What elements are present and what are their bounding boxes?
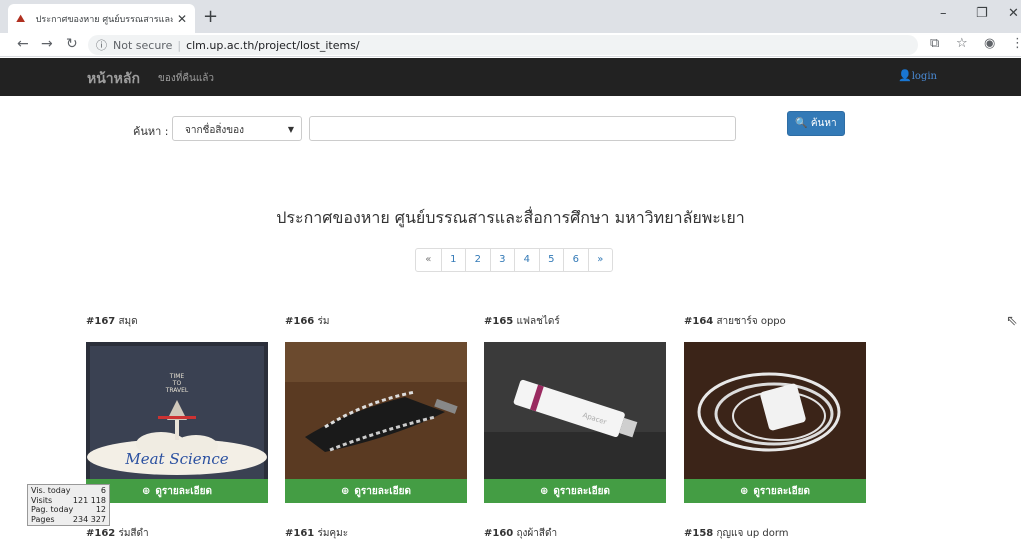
view-details-button[interactable]: ⊕ ดูรายละเอียด (684, 479, 866, 503)
page-5[interactable]: 5 (538, 249, 564, 271)
url-separator: | (177, 38, 182, 52)
book-line3: TRAVEL (165, 387, 189, 394)
restore-icon[interactable]: ❐ (976, 6, 988, 21)
minimize-icon[interactable]: – (940, 6, 947, 21)
browser-tab[interactable]: ⛰ ประกาศของหาย ศูนย์บรรณสารและสื่อ ✕ (8, 4, 195, 33)
brand-home-link[interactable]: หน้าหลัก (87, 68, 140, 90)
item-title-next: #162 ร่มสีดำ (86, 528, 149, 539)
item-image-charger[interactable] (684, 342, 866, 479)
page-next[interactable]: » (587, 249, 613, 271)
page-prev[interactable]: « (416, 249, 441, 271)
page-6[interactable]: 6 (563, 249, 588, 271)
book-handwriting: Meat Science (124, 450, 228, 468)
magnifier-icon: ⊕ (141, 485, 151, 497)
user-icon: 👤 (898, 69, 912, 82)
view-details-button[interactable]: ⊕ ดูรายละเอียด (285, 479, 467, 503)
item-image-umbrella[interactable] (285, 342, 467, 479)
stats-row: Pag. today 12 (31, 505, 106, 514)
nav-returned-items[interactable]: ของที่คืนแล้ว (158, 71, 214, 86)
info-icon[interactable]: ⓘ (96, 37, 107, 53)
item-title-next: #158 กุญแจ up dorm (684, 528, 789, 539)
stats-row: Visits 121 118 (31, 495, 106, 505)
item-title-next: #161 ร่มคุมะ (285, 528, 349, 539)
close-window-icon[interactable]: ✕ (1008, 6, 1019, 21)
tab-title: ประกาศของหาย ศูนย์บรรณสารและสื่อ (35, 14, 173, 25)
search-type-select[interactable]: จากชื่อสิ่งของ ▼ (172, 116, 302, 141)
site-navbar: หน้าหลัก ของที่คืนแล้ว 👤login (0, 58, 1021, 96)
visitor-stats-widget[interactable]: Vis. today 6 Visits 121 118 Pag. today 12 P… (27, 484, 110, 526)
magnifier-icon: ⊕ (739, 485, 749, 497)
item-image-flashdrive[interactable]: Apacer (484, 342, 666, 479)
view-details-button[interactable]: ⊕ ดูรายละเอียด (484, 479, 666, 503)
login-link[interactable]: 👤login (898, 69, 937, 82)
item-title: #165 แฟลชไดร์ (484, 316, 560, 327)
item-card: #167 สมุด TIME TO TRAVEL Meat Science ⊕ ด… (86, 314, 268, 503)
new-tab-button[interactable]: + (203, 8, 218, 26)
address-bar: ← → ↻ ⓘ Not secure | clm.up.ac.th/projec… (0, 33, 1021, 57)
item-card: #164 สายชาร์จ oppo ⊕ ดูรายละเอียด (684, 314, 866, 503)
forward-icon[interactable]: → (41, 37, 53, 51)
page-title: ประกาศของหาย ศูนย์บรรณสารและสื่อการศึกษา… (276, 208, 745, 227)
mouse-cursor-icon: ⇖ (1006, 313, 1018, 329)
search-icon: 🔍 (795, 118, 808, 129)
page-1[interactable]: 1 (440, 249, 466, 271)
item-title: #164 สายชาร์จ oppo (684, 316, 786, 327)
search-button-label: ค้นหา (810, 118, 837, 129)
book-line1: TIME (169, 373, 185, 380)
translate-icon[interactable]: ⧉ (930, 37, 939, 51)
item-title-next: #160 ถุงผ้าสีดำ (484, 528, 558, 539)
page-3[interactable]: 3 (489, 249, 515, 271)
bookmark-star-icon[interactable]: ☆ (956, 37, 968, 51)
magnifier-icon: ⊕ (340, 485, 350, 497)
search-type-value: จากชื่อสิ่งของ (185, 125, 245, 136)
search-input[interactable] (309, 116, 736, 141)
browser-tab-strip: ⛰ ประกาศของหาย ศูนย์บรรณสารและสื่อ ✕ + –… (0, 0, 1021, 33)
book-line2: TO (172, 380, 182, 387)
item-title: #166 ร่ม (285, 316, 330, 327)
caret-down-icon: ▼ (287, 125, 294, 134)
favicon-icon: ⛰ (16, 11, 26, 25)
item-card: #165 แฟลชไดร์ Apacer ⊕ ดูรายละเอียด (484, 314, 666, 503)
tab-close-icon[interactable]: ✕ (177, 12, 187, 26)
reload-icon[interactable]: ↻ (66, 37, 78, 51)
item-card: #166 ร่ม ⊕ ดูรายละเอียด (285, 314, 467, 503)
item-image-notebook[interactable]: TIME TO TRAVEL Meat Science (86, 342, 268, 479)
menu-icon[interactable]: ⋮ (1011, 37, 1021, 51)
page-2[interactable]: 2 (465, 249, 490, 271)
magnifier-icon: ⊕ (539, 485, 549, 497)
omnibox[interactable]: ⓘ Not secure | clm.up.ac.th/project/lost… (88, 35, 918, 55)
page-4[interactable]: 4 (514, 249, 539, 271)
profile-icon[interactable]: ◉ (984, 37, 995, 51)
search-button[interactable]: 🔍 ค้นหา (787, 111, 845, 136)
back-icon[interactable]: ← (17, 37, 29, 51)
login-label: login (911, 71, 937, 82)
stats-row: Pages 234 327 (31, 514, 106, 524)
pagination: « 1 2 3 4 5 6 » (415, 248, 613, 272)
view-details-button[interactable]: ⊕ ดูรายละเอียด (86, 479, 268, 503)
item-title: #167 สมุด (86, 316, 138, 327)
not-secure-label: Not secure (113, 38, 173, 52)
stats-row: Vis. today 6 (31, 486, 106, 495)
search-label: ค้นหา : (133, 125, 169, 138)
url-text: clm.up.ac.th/project/lost_items/ (186, 38, 360, 52)
